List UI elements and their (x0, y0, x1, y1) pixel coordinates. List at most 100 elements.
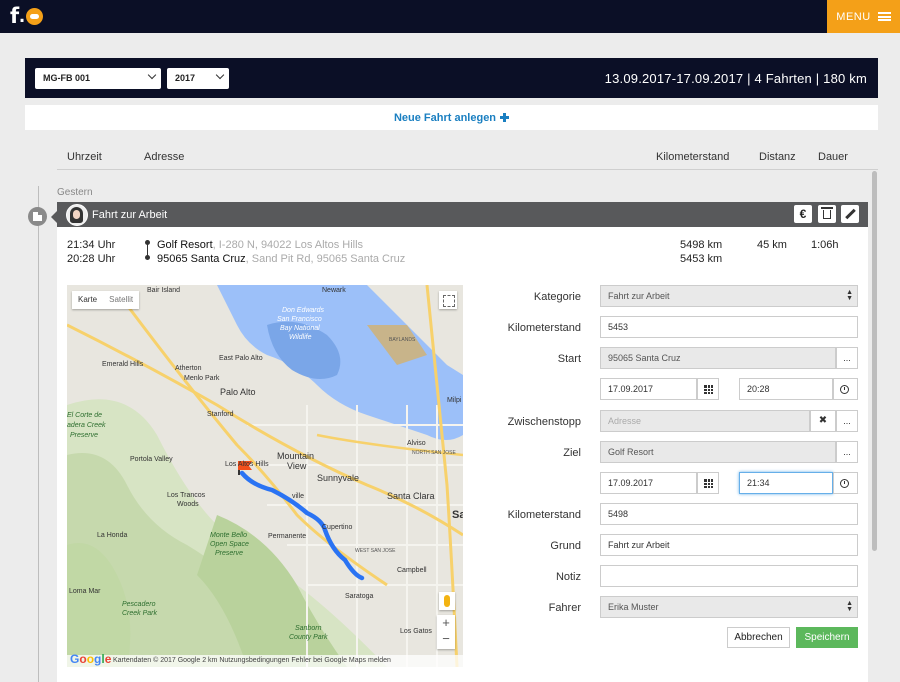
driver-select-value: Erika Muster (608, 602, 659, 612)
map-label: Santa Clara (387, 491, 435, 501)
zoom-control: + − (437, 615, 455, 649)
map-label: Cupertino (322, 524, 353, 531)
trip-end-time: 21:34 Uhr (67, 239, 116, 251)
map-label: ville (292, 493, 305, 500)
start-address-input[interactable]: 95065 Santa Cruz (600, 347, 836, 369)
map-label: Emerald Hills (102, 361, 144, 368)
year-select[interactable]: 2017 (167, 68, 229, 89)
zoom-out-button[interactable]: − (437, 631, 455, 647)
filter-bar: MG-FB 001 2017 13.09.2017-17.09.2017 | 4… (25, 58, 878, 98)
map-label: East Palo Alto (219, 355, 263, 362)
stop-clear-button[interactable]: ✖ (810, 410, 836, 432)
chevron-down-icon (147, 70, 157, 80)
column-header-time: Uhrzeit (67, 151, 102, 163)
column-header-duration: Dauer (818, 151, 848, 163)
map-label: Loma Mar (69, 588, 101, 595)
menu-button[interactable]: MENU (827, 0, 900, 33)
save-button[interactable]: Speichern (796, 627, 858, 648)
map-label: Newark (322, 287, 346, 294)
hamburger-icon (877, 12, 891, 21)
app-logo[interactable]: f. (10, 4, 43, 28)
trip-duration: 1:06h (811, 239, 839, 251)
header-divider (57, 169, 878, 170)
start-time-input[interactable]: 20:28 (739, 378, 833, 400)
close-icon: ✖ (818, 415, 828, 426)
map-label: Woods (177, 501, 199, 508)
card-pointer (51, 211, 57, 223)
destination-date-button[interactable] (697, 472, 719, 494)
column-header-odometer: Kilometerstand (656, 151, 730, 163)
map-label: Don Edwards (282, 307, 325, 314)
map-label: La Honda (97, 532, 128, 539)
trash-icon (821, 207, 833, 219)
map-label: Portola Valley (130, 456, 173, 463)
pencil-icon (845, 208, 856, 220)
start-label: Start (557, 353, 581, 365)
trip-end-place: Golf Resort (157, 239, 213, 251)
trip-card-header[interactable]: Fahrt zur Arbeit € (57, 202, 868, 227)
scrollbar[interactable] (872, 171, 877, 551)
destination-time-input[interactable]: 21:34 (739, 472, 833, 494)
map-tab-karte[interactable]: Karte (72, 291, 103, 309)
map-attribution[interactable]: Kartendaten © 2017 Google 2 km Nutzungsb… (113, 657, 391, 664)
menu-label: MENU (836, 10, 871, 23)
note-input[interactable] (600, 565, 858, 587)
delete-button[interactable] (818, 205, 836, 223)
column-header-address: Adresse (144, 151, 185, 163)
map-label: El Corte de (67, 412, 103, 419)
trip-start-place: 95065 Santa Cruz (157, 253, 246, 265)
map-label: Los Altos Hills (225, 461, 269, 468)
cancel-button[interactable]: Abbrechen (727, 627, 790, 648)
pegman-icon[interactable] (439, 592, 455, 610)
destination-time-button[interactable] (833, 472, 858, 494)
map-label: Atherton (175, 365, 202, 372)
vehicle-select-value: MG-FB 001 (43, 73, 91, 83)
map-label: Bay National (280, 325, 320, 332)
start-time-button[interactable] (833, 378, 858, 400)
trip-distance: 45 km (757, 239, 787, 251)
km-end-input[interactable]: 5498 (600, 503, 858, 525)
edit-button[interactable] (841, 205, 859, 223)
logo-dot: . (19, 4, 25, 27)
stop-more-button[interactable]: ... (836, 410, 858, 432)
trip-start-address: 95065 Santa Cruz, Sand Pit Rd, 95065 San… (157, 253, 405, 265)
reason-input[interactable]: Fahrt zur Arbeit (600, 534, 858, 556)
building-icon (28, 207, 47, 226)
fullscreen-icon[interactable] (439, 291, 457, 309)
map-label: Sunnyvale (317, 473, 360, 483)
expense-button[interactable]: € (794, 205, 812, 223)
trip-start-time: 20:28 Uhr (67, 253, 116, 265)
zoom-in-button[interactable]: + (437, 615, 455, 631)
destination-address-input[interactable]: Golf Resort (600, 441, 836, 463)
stop-address-input[interactable]: Adresse (600, 410, 810, 432)
destination-date-input[interactable]: 17.09.2017 (600, 472, 697, 494)
category-select[interactable]: Fahrt zur Arbeit ▲ ▼ (600, 285, 858, 307)
cloud-icon (25, 7, 43, 25)
select-arrows-icon: ▲ ▼ (846, 600, 853, 613)
map-label: Permanente (268, 533, 307, 540)
map-label: NORTH SAN JOSE (412, 450, 456, 456)
map-label: WEST SAN JOSE (355, 548, 396, 554)
google-logo: Google (70, 652, 112, 666)
start-date-input[interactable]: 17.09.2017 (600, 378, 697, 400)
trip-end-street: , I-280 N, 94022 Los Altos Hills (212, 239, 364, 251)
start-date-button[interactable] (697, 378, 719, 400)
vehicle-select[interactable]: MG-FB 001 (35, 68, 161, 89)
route-start-dot (145, 255, 150, 260)
km-start-input[interactable]: 5453 (600, 316, 858, 338)
map-label: Sanborn (295, 625, 322, 632)
start-more-button[interactable]: ... (836, 347, 858, 369)
timeline-line (38, 186, 39, 682)
destination-more-button[interactable]: ... (836, 441, 858, 463)
new-trip-button[interactable]: Neue Fahrt anlegen (25, 105, 878, 130)
map-label: Saratoga (345, 593, 374, 600)
map-label: Alviso (407, 440, 426, 447)
map-label: adera Creek (67, 422, 106, 429)
period-summary: 13.09.2017-17.09.2017 | 4 Fahrten | 180 … (604, 71, 867, 86)
route-map[interactable]: Bair Island Newark Don Edwards San Franc… (67, 285, 463, 667)
driver-select[interactable]: Erika Muster ▲ ▼ (600, 596, 858, 618)
map-footer: Kartendaten © 2017 Google 2 km Nutzungsb… (67, 655, 463, 667)
map-label: Los Gatos (400, 628, 432, 635)
map-label: BAYLANDS (389, 337, 416, 343)
map-tab-satellite[interactable]: Satellit (103, 291, 139, 309)
